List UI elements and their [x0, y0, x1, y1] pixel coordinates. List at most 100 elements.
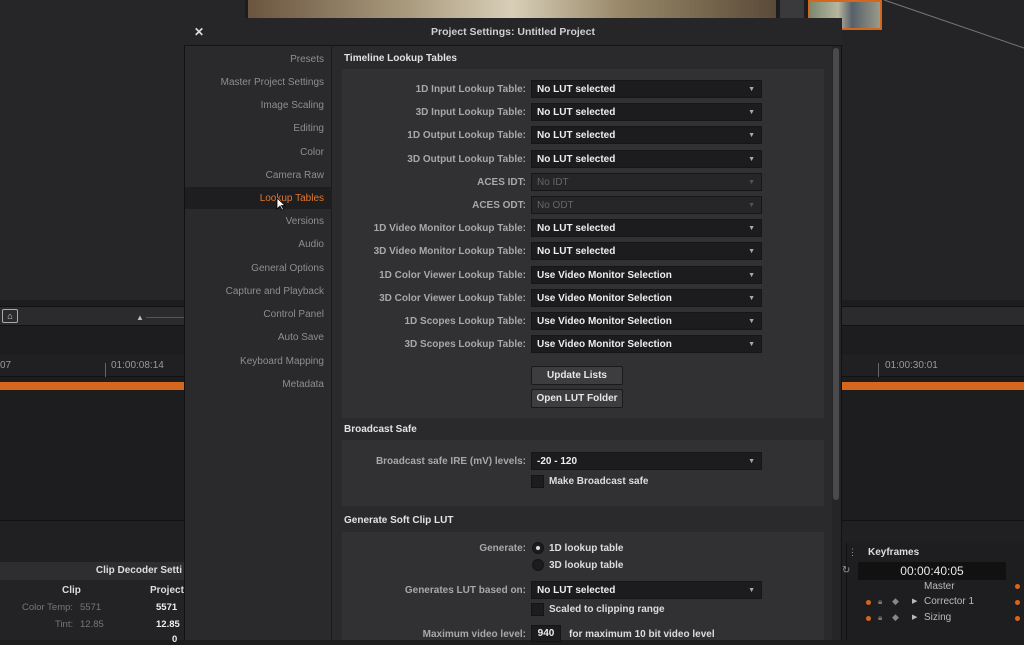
broadcast-ire-label: Broadcast safe IRE (mV) levels: [375, 456, 526, 467]
sidebar-item-versions[interactable]: Versions [286, 216, 324, 227]
sidebar-item-control-panel[interactable]: Control Panel [263, 309, 324, 320]
1d-video-monitor-lut-dropdown[interactable]: No LUT selected ▼ [531, 219, 762, 237]
chevron-down-icon: ▼ [748, 341, 755, 348]
generate-label: Generate: [479, 543, 526, 554]
dropdown-value: Use Video Monitor Selection [537, 316, 672, 327]
sidebar-item-master-project-settings[interactable]: Master Project Settings [221, 77, 324, 88]
based-on-label: Generates LUT based on: [404, 585, 526, 596]
lut-row-label: ACES ODT: [472, 200, 526, 211]
chevron-down-icon: ▼ [748, 295, 755, 302]
sidebar-item-camera-raw[interactable]: Camera Raw [266, 170, 324, 181]
keyframes-timecode: 00:00:40:05 [858, 562, 1006, 580]
max-video-level-input[interactable]: 940 [531, 625, 561, 642]
chevron-down-icon: ▼ [748, 109, 755, 116]
make-broadcast-safe-label: Make Broadcast safe [549, 476, 649, 487]
dropdown-value: No LUT selected [537, 154, 616, 165]
3d-output-lut-dropdown[interactable]: No LUT selected ▼ [531, 150, 762, 168]
lut-row-label: ACES IDT: [477, 177, 526, 188]
lut-row-label: 3D Output Lookup Table: [407, 154, 526, 165]
keyframe-dot-icon [866, 600, 871, 605]
3d-input-lut-dropdown[interactable]: No LUT selected ▼ [531, 103, 762, 121]
lut-row-label: 1D Color Viewer Lookup Table: [379, 270, 526, 281]
chevron-down-icon: ▼ [748, 318, 755, 325]
sidebar-item-lookup-tables[interactable]: Lookup Tables [260, 193, 324, 204]
ruler-tick [105, 363, 106, 377]
diamond-icon[interactable]: ◆ [892, 596, 899, 607]
3d-video-monitor-lut-dropdown[interactable]: No LUT selected ▼ [531, 242, 762, 260]
update-lists-button[interactable]: Update Lists [531, 366, 623, 385]
keyframe-track-sizing[interactable]: Sizing [924, 612, 951, 623]
sidebar-item-presets[interactable]: Presets [290, 54, 324, 65]
zoom-slider-handle-icon[interactable]: ▲ [136, 313, 144, 322]
scrollbar-thumb[interactable] [833, 48, 839, 500]
1d-input-lut-dropdown[interactable]: No LUT selected ▼ [531, 80, 762, 98]
clip-decoder-label: Color Temp: [22, 602, 74, 613]
ruler-tick [878, 363, 879, 377]
lut-row-label: 1D Scopes Lookup Table: [404, 316, 527, 327]
viewer-image [248, 0, 776, 18]
sidebar-item-audio[interactable]: Audio [298, 239, 324, 250]
chevron-down-icon: ▼ [748, 179, 755, 186]
timecode-label: 01:00:30:01 [885, 360, 938, 371]
diamond-icon[interactable]: ◆ [892, 612, 899, 623]
sidebar-item-image-scaling[interactable]: Image Scaling [261, 100, 324, 111]
1d-output-lut-dropdown[interactable]: No LUT selected ▼ [531, 126, 762, 144]
chevron-down-icon: ▼ [748, 202, 755, 209]
sidebar-item-auto-save[interactable]: Auto Save [278, 332, 324, 343]
keyframe-dot-icon [1015, 584, 1020, 589]
expand-arrow-icon[interactable]: ▶ [912, 613, 917, 621]
project-value[interactable]: 5571 [156, 602, 177, 613]
sidebar-item-capture-and-playback[interactable]: Capture and Playback [226, 286, 324, 297]
keyframe-dot-icon [1015, 600, 1020, 605]
loop-icon[interactable]: ↻ [842, 565, 850, 576]
clip-decoder-title: Clip Decoder Setti [0, 562, 186, 580]
sidebar-item-metadata[interactable]: Metadata [282, 379, 324, 390]
chevron-down-icon: ▼ [748, 132, 755, 139]
chevron-down-icon: ▼ [748, 225, 755, 232]
lut-row-label: 1D Video Monitor Lookup Table: [373, 223, 526, 234]
sidebar-item-editing[interactable]: Editing [293, 123, 324, 134]
project-value[interactable]: 12.85 [156, 619, 180, 630]
lock-icon[interactable]: 🔒︎ [878, 613, 882, 623]
zoom-slider-track[interactable] [146, 317, 184, 318]
keyframe-track-master[interactable]: Master [924, 581, 955, 592]
dropdown-value: Use Video Monitor Selection [537, 293, 672, 304]
radio-1d-lookup-table[interactable] [532, 542, 544, 554]
broadcast-safe-section [342, 440, 824, 506]
close-icon[interactable]: ✕ [194, 25, 204, 39]
generates-lut-based-on-dropdown[interactable]: No LUT selected ▼ [531, 581, 762, 599]
timecode-label: 01:00:08:14 [111, 360, 164, 371]
max-video-level-label: Maximum video level: [422, 629, 526, 640]
clip-value: 12.85 [80, 619, 104, 630]
1d-scopes-lut-dropdown[interactable]: Use Video Monitor Selection ▼ [531, 312, 762, 330]
lut-row-label: 3D Color Viewer Lookup Table: [379, 293, 526, 304]
sidebar-item-general-options[interactable]: General Options [251, 263, 324, 274]
broadcast-safe-heading: Broadcast Safe [344, 424, 417, 435]
3d-scopes-lut-dropdown[interactable]: Use Video Monitor Selection ▼ [531, 335, 762, 353]
sidebar-item-keyboard-mapping[interactable]: Keyboard Mapping [240, 356, 324, 367]
dropdown-value: No LUT selected [537, 585, 616, 596]
lock-icon[interactable]: 🔒︎ [878, 597, 882, 607]
node-link-line [884, 0, 1024, 49]
3d-color-viewer-lut-dropdown[interactable]: Use Video Monitor Selection ▼ [531, 289, 762, 307]
keyframe-track-corrector[interactable]: Corrector 1 [924, 596, 974, 607]
sidebar-item-color[interactable]: Color [300, 147, 324, 158]
chevron-down-icon: ▼ [748, 587, 755, 594]
radio-3d-lookup-table[interactable] [532, 559, 544, 571]
expand-arrow-icon[interactable]: ▶ [912, 597, 917, 605]
chevron-down-icon: ▼ [748, 86, 755, 93]
aces-odt-dropdown: No ODT ▼ [531, 196, 762, 214]
home-icon[interactable]: ⌂ [2, 309, 18, 323]
scaled-to-clipping-range-checkbox[interactable] [531, 603, 544, 616]
dropdown-value: Use Video Monitor Selection [537, 270, 672, 281]
1d-color-viewer-lut-dropdown[interactable]: Use Video Monitor Selection ▼ [531, 266, 762, 284]
panel-options-icon[interactable]: ⋮ [848, 547, 857, 558]
radio-1d-label: 1D lookup table [549, 543, 624, 554]
make-broadcast-safe-checkbox[interactable] [531, 475, 544, 488]
dialog-title: Project Settings: Untitled Project [184, 18, 842, 46]
open-lut-folder-button[interactable]: Open LUT Folder [531, 389, 623, 408]
broadcast-ire-dropdown[interactable]: -20 - 120 ▼ [531, 452, 762, 470]
viewer-edge [780, 0, 804, 18]
dropdown-value: No ODT [537, 200, 574, 211]
lut-row-label: 1D Input Lookup Table: [415, 84, 526, 95]
